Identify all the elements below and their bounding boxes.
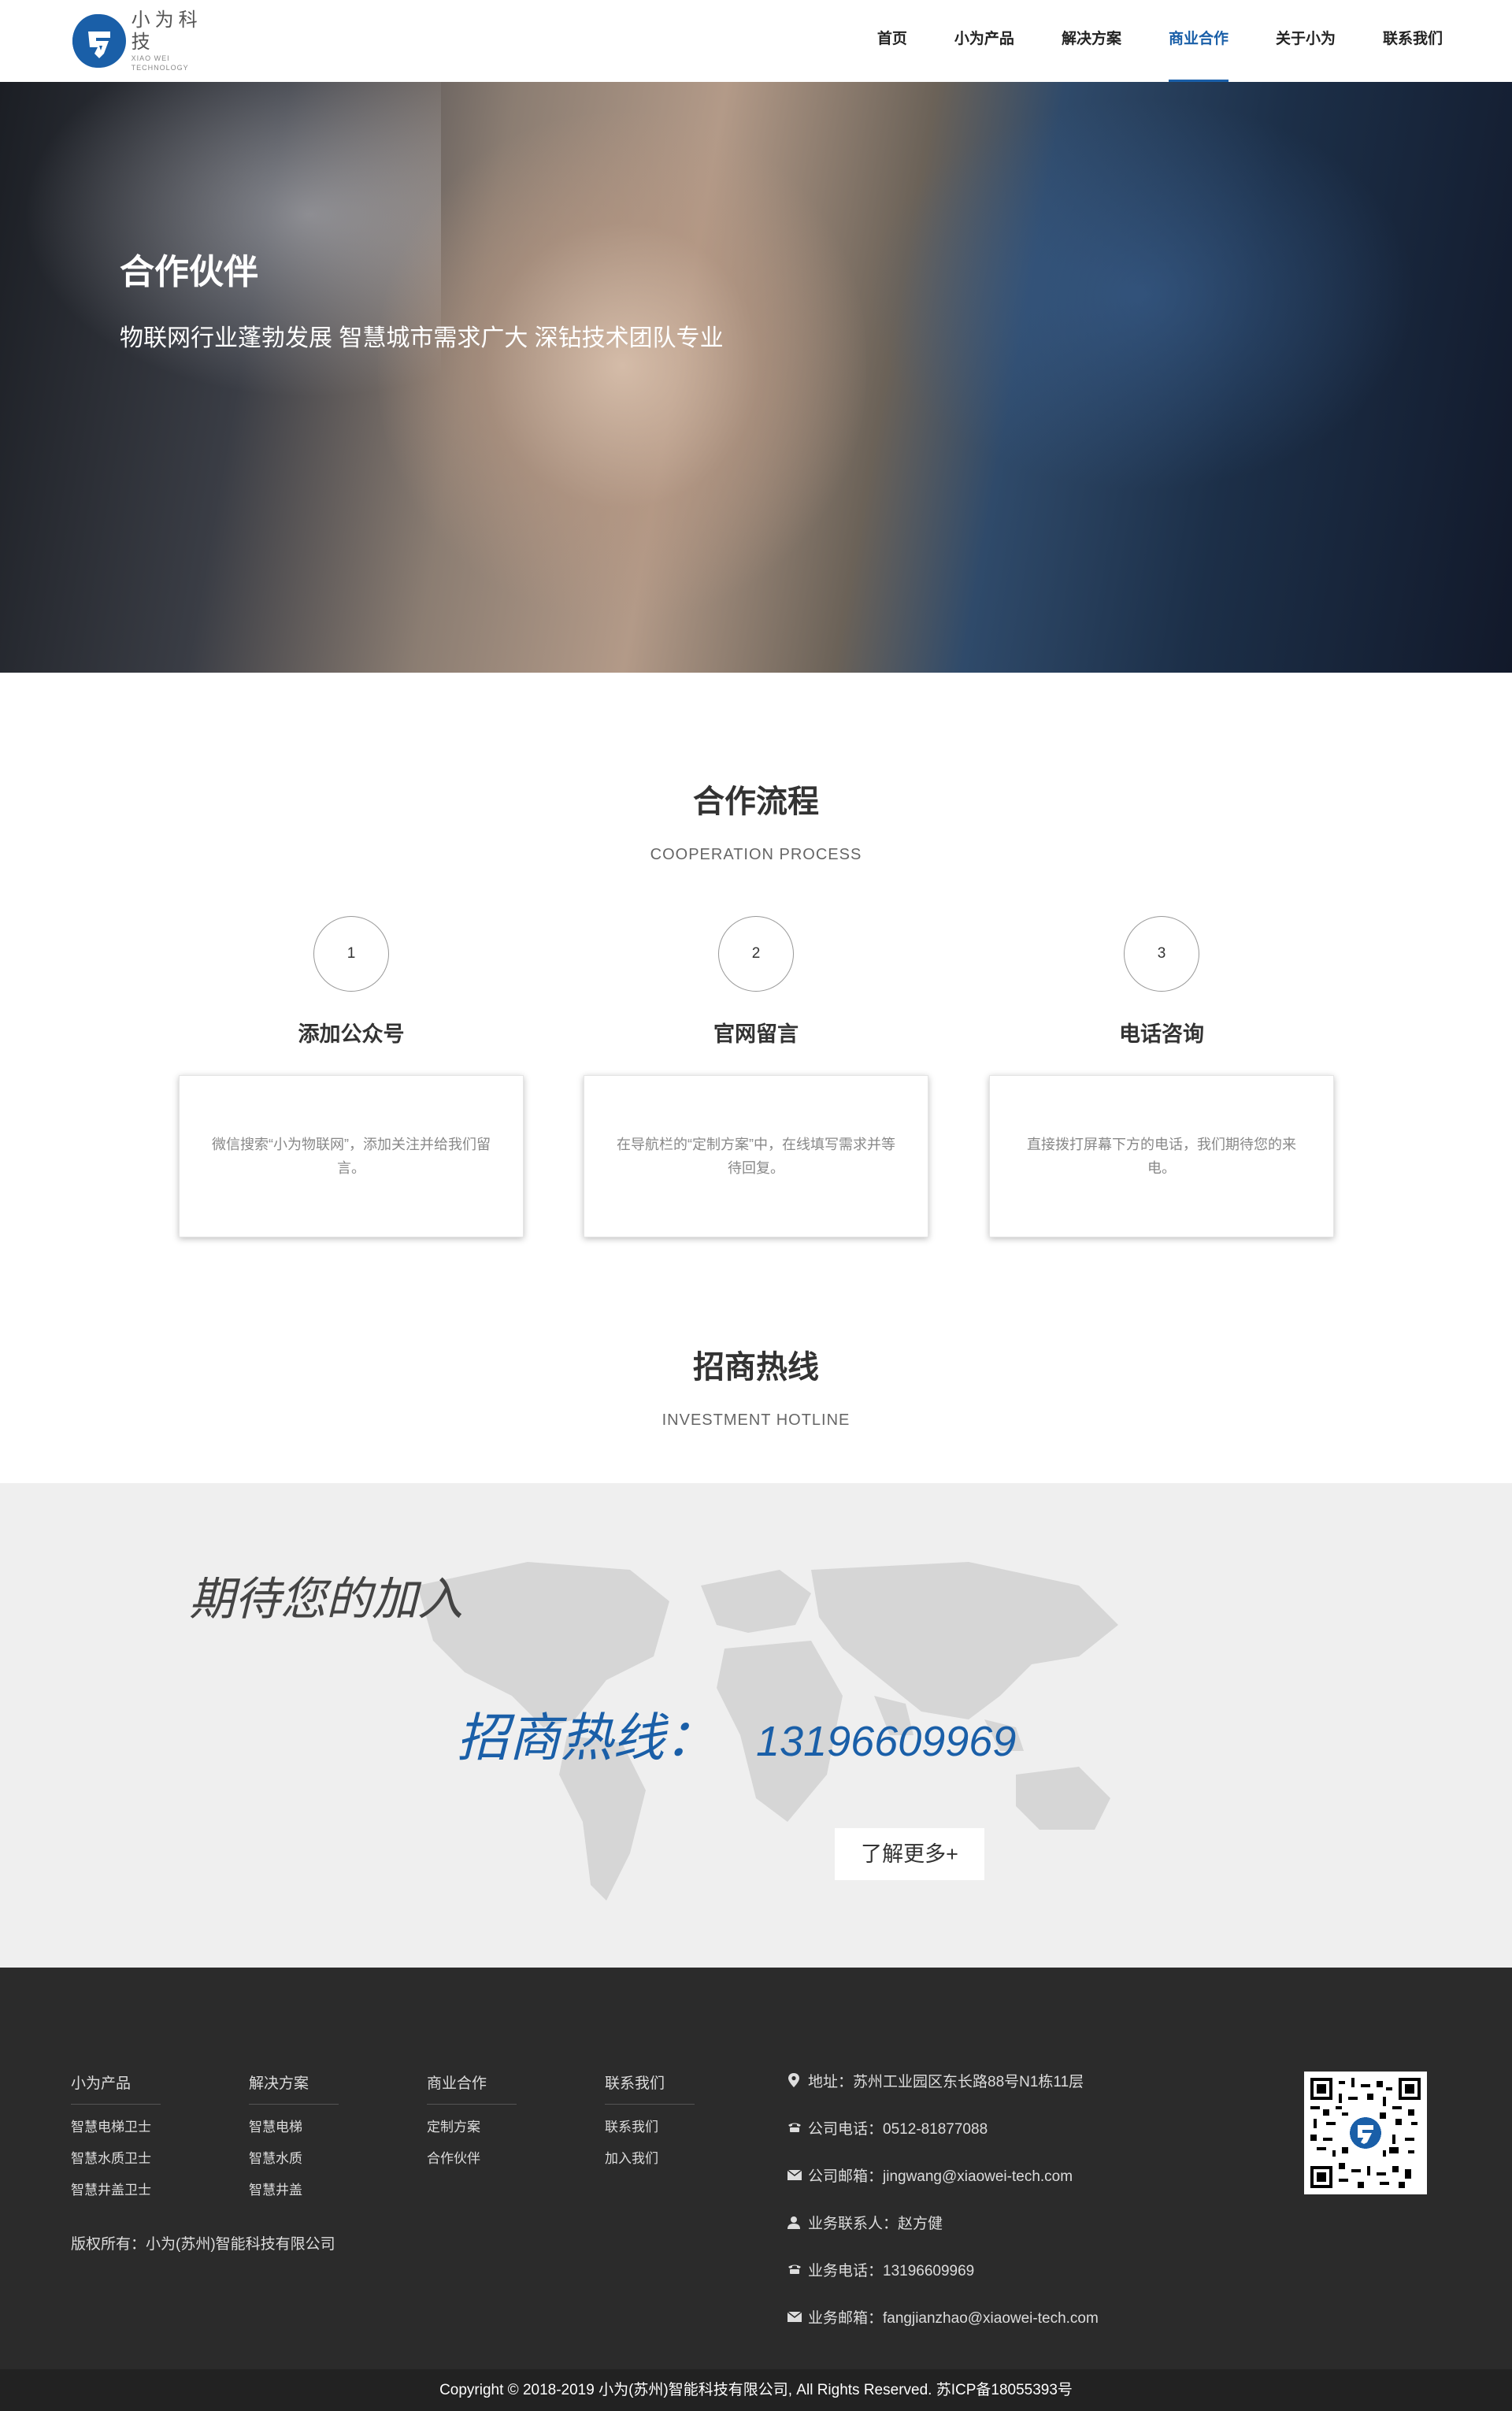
copyright-owner: 版权所有：小为(苏州)智能科技有限公司	[71, 2236, 335, 2253]
join-hotline-number: 13196609969	[756, 1718, 1017, 1765]
qr-code-icon	[1304, 2072, 1427, 2194]
footer-link[interactable]: 智慧水质卫士	[71, 2150, 162, 2168]
user-icon	[788, 2216, 805, 2229]
contact-text: 公司邮箱：jingwang@xiaowei-tech.com	[808, 2168, 1073, 2185]
phone-icon	[788, 2264, 805, 2275]
process-title: 合作流程	[693, 785, 819, 819]
step-description: 直接拨打屏幕下方的电话，我们期待您的来电。	[989, 1075, 1334, 1237]
join-title: 期待您的加入	[189, 1574, 464, 1625]
contact-address: 地址：苏州工业园区东长路88号N1栋11层	[788, 2072, 1099, 2090]
contact-text: 业务电话：13196609969	[808, 2262, 975, 2279]
site-header: 小为科技 XIAO WEI TECHNOLOGY 首页 小为产品 解决方案 商业…	[0, 0, 1512, 82]
logo-text: 小为科技 XIAO WEI TECHNOLOGY	[132, 9, 222, 72]
hotline-title: 招商热线	[693, 1350, 819, 1385]
logo-mark-icon	[72, 14, 126, 68]
step-description: 微信搜索“小为物联网”，添加关注并给我们留言。	[179, 1075, 524, 1237]
site-footer: 小为产品 智慧电梯卫士 智慧水质卫士 智慧井盖卫士 解决方案 智慧电梯 智慧水质…	[0, 1968, 1512, 2369]
mail-icon	[788, 2311, 805, 2322]
footer-link[interactable]: 合作伙伴	[427, 2150, 518, 2168]
nav-business[interactable]: 商业合作	[1168, 0, 1228, 82]
join-hotline: 招商热线： 13196609969	[457, 1696, 1016, 1771]
handshake-image	[378, 113, 866, 618]
step-number: 3	[1124, 916, 1199, 992]
contact-business-phone: 业务电话：13196609969	[788, 2261, 1099, 2279]
footer-column-contact: 联系我们 联系我们 加入我们	[605, 2072, 696, 2168]
contact-text: 公司电话：0512-81877088	[808, 2120, 988, 2138]
footer-link[interactable]: 定制方案	[427, 2119, 518, 2136]
main-nav: 首页 小为产品 解决方案 商业合作 关于小为 联系我们	[830, 0, 1443, 82]
footer-link[interactable]: 智慧井盖卫士	[71, 2182, 162, 2199]
contact-text: 业务邮箱：fangjianzhao@xiaowei-tech.com	[808, 2309, 1099, 2327]
copyright-bar: Copyright © 2018-2019 小为(苏州)智能科技有限公司, Al…	[0, 2369, 1512, 2411]
step-number: 2	[718, 916, 794, 992]
banner-decor	[866, 98, 1418, 491]
contact-person: 业务联系人：赵方健	[788, 2213, 1099, 2232]
hotline-subtitle: INVESTMENT HOTLINE	[662, 1411, 850, 1429]
footer-column-head: 小为产品	[71, 2072, 161, 2105]
brand-name-en: XIAO WEI TECHNOLOGY	[131, 54, 189, 72]
location-icon	[788, 2073, 805, 2087]
banner-subtitle: 物联网行业蓬勃发展 智慧城市需求广大 深钻技术团队专业	[120, 325, 724, 351]
banner-title: 合作伙伴	[120, 253, 258, 291]
footer-column-head: 联系我们	[605, 2072, 695, 2105]
process-subtitle: COOPERATION PROCESS	[650, 846, 862, 863]
brand-name: 小为科技	[131, 9, 202, 53]
nav-solutions[interactable]: 解决方案	[1062, 0, 1121, 82]
step-number: 1	[313, 916, 389, 992]
join-hotline-label: 招商热线：	[457, 1708, 717, 1767]
footer-link[interactable]: 智慧电梯卫士	[71, 2119, 162, 2136]
mail-icon	[788, 2169, 805, 2180]
contact-company-phone: 公司电话：0512-81877088	[788, 2119, 1099, 2138]
contact-company-email: 公司邮箱：jingwang@xiaowei-tech.com	[788, 2166, 1099, 2185]
footer-link[interactable]: 加入我们	[605, 2150, 696, 2168]
nav-products[interactable]: 小为产品	[954, 0, 1014, 82]
footer-column-business: 商业合作 定制方案 合作伙伴	[427, 2072, 518, 2168]
footer-link[interactable]: 联系我们	[605, 2119, 696, 2136]
footer-column-head: 商业合作	[427, 2072, 517, 2105]
footer-link[interactable]: 智慧电梯	[249, 2119, 340, 2136]
footer-link[interactable]: 智慧水质	[249, 2150, 340, 2168]
step-description: 在导航栏的“定制方案”中，在线填写需求并等待回复。	[584, 1075, 928, 1237]
join-section: 期待您的加入 招商热线： 13196609969 了解更多+	[0, 1483, 1512, 1968]
nav-about[interactable]: 关于小为	[1276, 0, 1336, 82]
footer-link[interactable]: 智慧井盖	[249, 2182, 340, 2199]
step-name: 添加公众号	[298, 1022, 405, 1046]
contact-text: 业务联系人：赵方健	[808, 2215, 943, 2232]
footer-column-head: 解决方案	[249, 2072, 339, 2105]
step-name: 电话咨询	[1119, 1022, 1204, 1046]
footer-column-products: 小为产品 智慧电梯卫士 智慧水质卫士 智慧井盖卫士	[71, 2072, 162, 2199]
logo[interactable]: 小为科技 XIAO WEI TECHNOLOGY	[72, 9, 222, 72]
contact-info: 地址：苏州工业园区东长路88号N1栋11层 公司电话：0512-81877088…	[788, 2072, 1099, 2355]
footer-column-solutions: 解决方案 智慧电梯 智慧水质 智慧井盖	[249, 2072, 340, 2199]
nav-home[interactable]: 首页	[877, 0, 907, 82]
contact-text: 地址：苏州工业园区东长路88号N1栋11层	[808, 2073, 1084, 2090]
learn-more-button[interactable]: 了解更多+	[835, 1828, 984, 1880]
contact-business-email: 业务邮箱：fangjianzhao@xiaowei-tech.com	[788, 2308, 1099, 2327]
hero-banner: 合作伙伴 物联网行业蓬勃发展 智慧城市需求广大 深钻技术团队专业	[0, 82, 1512, 673]
phone-icon	[788, 2122, 805, 2133]
nav-contact[interactable]: 联系我们	[1383, 0, 1443, 82]
step-name: 官网留言	[713, 1022, 799, 1046]
